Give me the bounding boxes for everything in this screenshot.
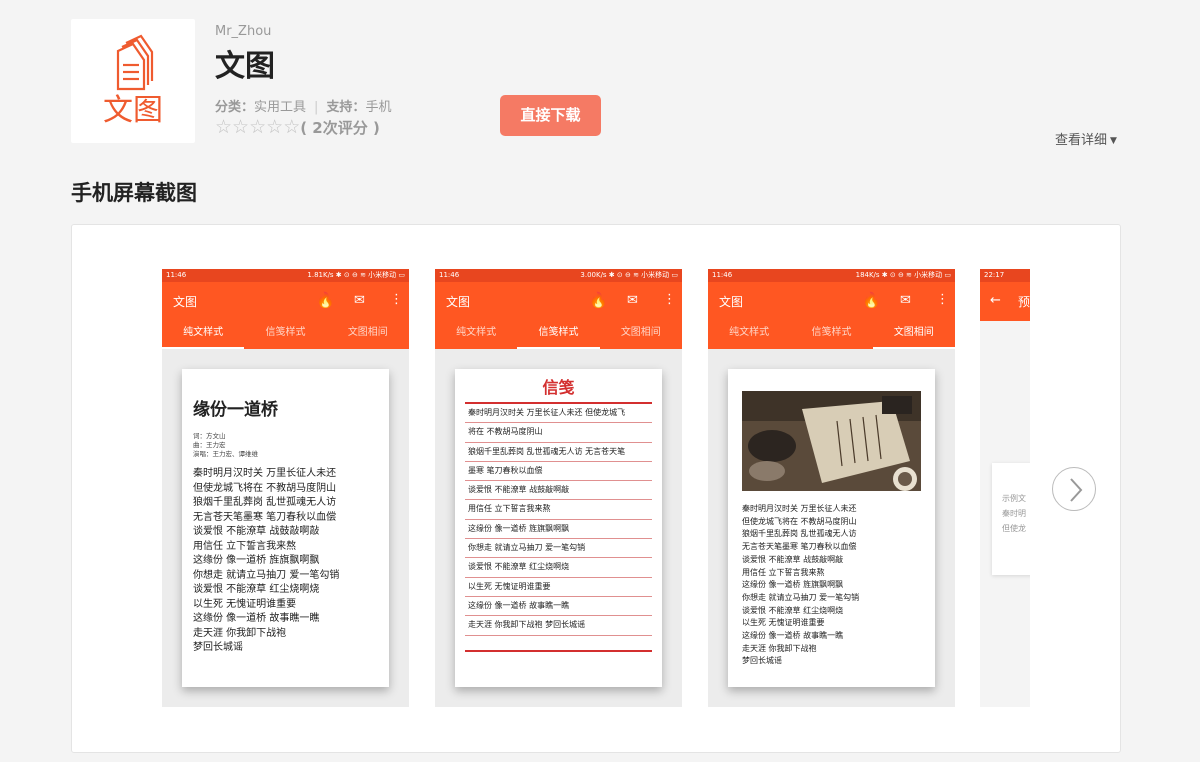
- lyrics-text: 秦时明月汉时关 万里长征人未还 但使龙城飞将在 不教胡马度阴山 狼烟千里乱葬岗 乱世…: [193, 468, 340, 653]
- lyrics-text: 秦时明月汉时关 万里长征人未还 但使龙城飞将在 不教胡马度阴山 狼烟千里乱葬岗 乱世…: [742, 504, 860, 666]
- preview-card: 示例文 秦时明 但使龙: [992, 463, 1030, 575]
- fire-icon: 🔥: [589, 291, 608, 309]
- tab-letter-style: 信笺样式: [265, 327, 306, 338]
- app-bar-title: 文图: [719, 295, 744, 309]
- fire-icon: 🔥: [316, 291, 335, 309]
- tab-plain-style: 纯文样式: [456, 327, 497, 338]
- chevron-right-icon: [1070, 478, 1083, 502]
- letter-lines: 秦时明月汉时关 万里长征人未还 但使龙城飞 将在 不教胡马度阴山 狼烟千里乱葬岗 乱…: [465, 404, 652, 636]
- screenshot-carousel[interactable]: 11:46 1.81K/s ✱ ⊙ ⊖ ≋ 小米移动 ▭ 文图 🔥 ✉ ⋮ 纯文样…: [71, 224, 1121, 753]
- tab-plain-style: 纯文样式: [162, 319, 245, 349]
- star-empty-icon: ☆: [232, 116, 250, 138]
- screenshot-1[interactable]: 11:46 1.81K/s ✱ ⊙ ⊖ ≋ 小米移动 ▭ 文图 🔥 ✉ ⋮ 纯文样…: [162, 269, 409, 707]
- status-bar: 11:46 3.00K/s ✱ ⊙ ⊖ ≋ 小米移动 ▭: [435, 269, 682, 282]
- tab-plain-style: 纯文样式: [729, 327, 770, 338]
- category-value[interactable]: 实用工具: [254, 100, 306, 115]
- view-details-link[interactable]: 查看详细 ▼: [1055, 129, 1117, 148]
- meta-divider: |: [314, 100, 319, 115]
- carousel-next-button[interactable]: [1052, 467, 1096, 511]
- tab-bar: 纯文样式 信笺样式 文图相间: [708, 319, 955, 349]
- tab-image-text: 文图相间: [347, 327, 388, 338]
- lyrics-card: 缘份一道桥 词：方文山 曲：王力宏 演唱：王力宏、谭维维 秦时明月汉时关 万里长征人…: [182, 369, 389, 687]
- more-vert-icon: ⋮: [936, 292, 949, 307]
- developer-name: Mr_Zhou: [215, 24, 272, 39]
- document-stack-icon: 文图: [103, 34, 163, 128]
- star-empty-icon: ☆: [283, 116, 301, 138]
- support-label: 支持：: [326, 100, 366, 115]
- section-title: 手机屏幕截图: [71, 181, 197, 205]
- view-details-label: 查看详细: [1055, 133, 1108, 148]
- tab-bar: 纯文样式 信笺样式 文图相间: [435, 319, 682, 349]
- star-empty-icon: ☆: [249, 116, 267, 138]
- star-empty-icon: ☆: [266, 116, 284, 138]
- star-empty-icon: ☆: [215, 116, 233, 138]
- tab-letter-style: 信笺样式: [811, 327, 852, 338]
- app-bar: ← 预: [980, 282, 1030, 321]
- more-vert-icon: ⋮: [663, 292, 676, 307]
- category-label: 分类：: [215, 100, 255, 115]
- more-vert-icon: ⋮: [390, 292, 403, 307]
- tab-letter-style: 信笺样式: [517, 319, 600, 349]
- preview-text: 示例文 秦时明 但使龙: [1002, 494, 1026, 533]
- download-button[interactable]: 直接下载: [500, 95, 601, 136]
- status-bar: 11:46 1.81K/s ✱ ⊙ ⊖ ≋ 小米移动 ▭: [162, 269, 409, 282]
- tab-image-text: 文图相间: [620, 327, 661, 338]
- app-bar: 文图 🔥 ✉ ⋮: [435, 282, 682, 319]
- tab-image-text: 文图相间: [872, 319, 955, 349]
- letter-divider: [465, 649, 652, 652]
- calligraphy-photo: [742, 391, 921, 491]
- app-icon-text: 文图: [103, 93, 163, 128]
- app-bar: 文图 🔥 ✉ ⋮: [162, 282, 409, 319]
- app-bar-title: 预: [1018, 295, 1030, 309]
- arrow-left-icon: ←: [990, 293, 1001, 308]
- app-title: 文图: [215, 49, 275, 84]
- rating: ☆☆☆☆☆( 2次评分 ): [215, 116, 380, 138]
- envelope-icon: ✉: [627, 293, 638, 308]
- app-bar-title: 文图: [173, 295, 198, 309]
- tab-bar: 纯文样式 信笺样式 文图相间: [162, 319, 409, 349]
- song-title: 缘份一道桥: [193, 400, 278, 420]
- screenshot-2[interactable]: 11:46 3.00K/s ✱ ⊙ ⊖ ≋ 小米移动 ▭ 文图 🔥 ✉ ⋮ 纯文样…: [435, 269, 682, 707]
- screenshot-3[interactable]: 11:46 184K/s ✱ ⊙ ⊖ ≋ 小米移动 ▭ 文图 🔥 ✉ ⋮ 纯文样式…: [708, 269, 955, 707]
- caret-down-icon: ▼: [1110, 136, 1117, 146]
- rating-count: ( 2次评分 ): [300, 119, 380, 137]
- envelope-icon: ✉: [900, 293, 911, 308]
- status-bar: 11:46 184K/s ✱ ⊙ ⊖ ≋ 小米移动 ▭: [708, 269, 955, 282]
- letter-title: 信笺: [542, 378, 575, 397]
- image-text-card: 秦时明月汉时关 万里长征人未还 但使龙城飞将在 不教胡马度阴山 狼烟千里乱葬岗 乱世…: [728, 369, 935, 687]
- letter-card: 信笺 秦时明月汉时关 万里长征人未还 但使龙城飞 将在 不教胡马度阴山 狼烟千里乱葬…: [455, 369, 662, 687]
- fire-icon: 🔥: [862, 291, 881, 309]
- app-icon: 文图: [71, 19, 195, 143]
- song-credits: 词：方文山 曲：王力宏 演唱：王力宏、谭维维: [193, 432, 258, 458]
- envelope-icon: ✉: [354, 293, 365, 308]
- status-bar: 22:17: [980, 269, 1030, 282]
- app-bar: 文图 🔥 ✉ ⋮: [708, 282, 955, 319]
- screenshot-4[interactable]: 22:17 ← 预 示例文 秦时明 但使龙: [980, 269, 1030, 707]
- app-bar-title: 文图: [446, 295, 471, 309]
- support-value: 手机: [365, 100, 392, 115]
- app-meta: 分类：实用工具 | 支持：手机: [215, 96, 391, 115]
